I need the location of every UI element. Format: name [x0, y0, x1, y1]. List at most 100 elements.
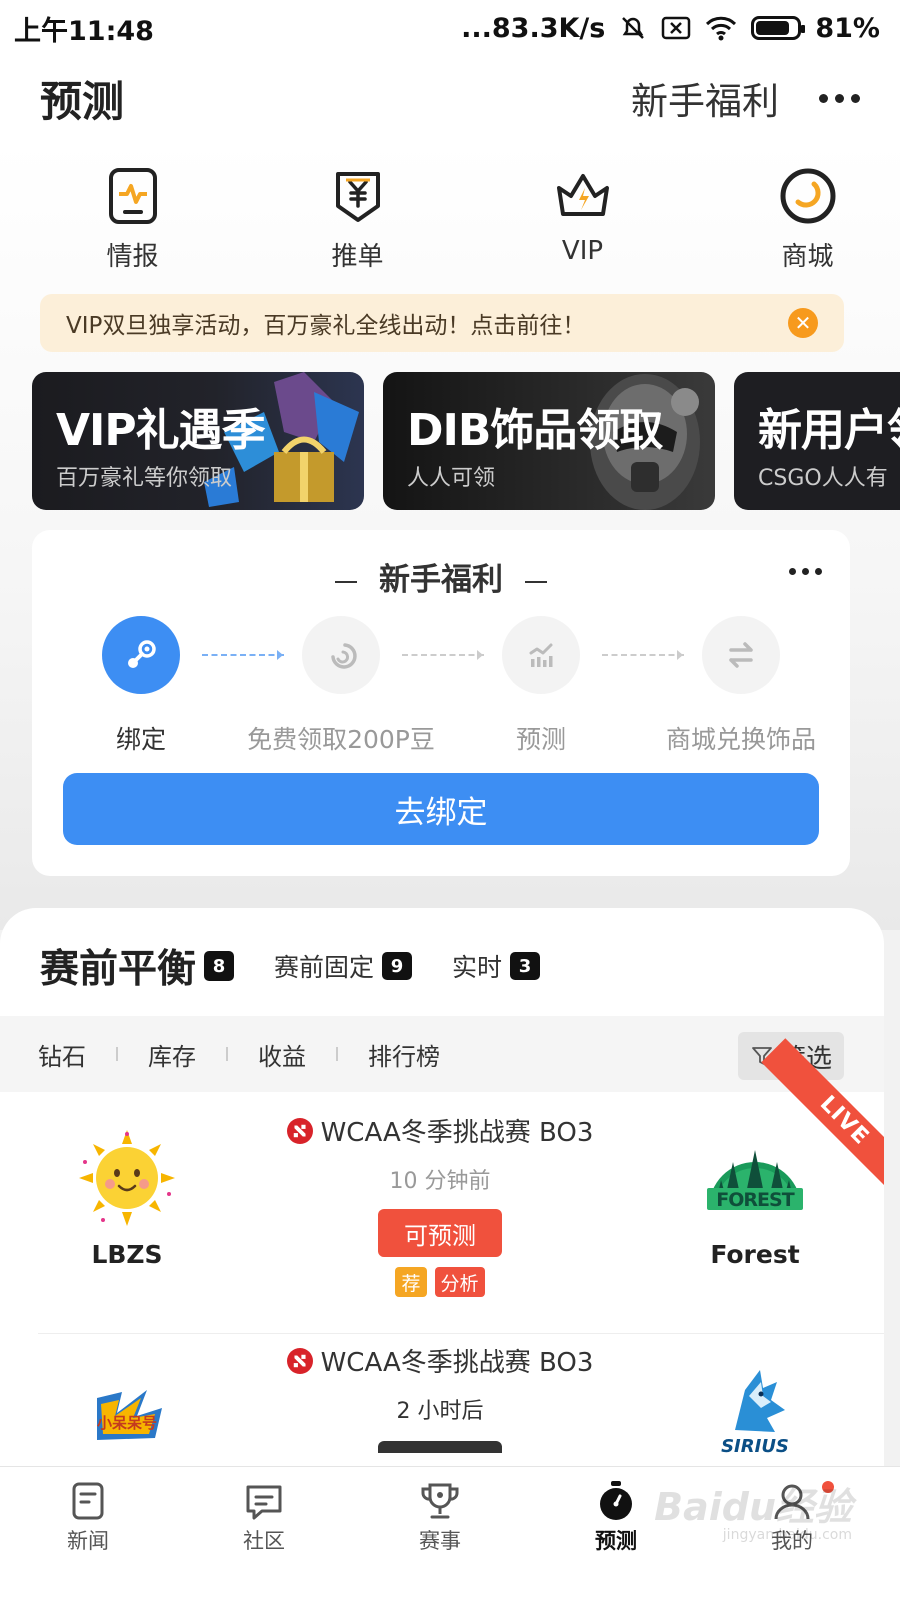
filter-leaderboard[interactable]: 排行榜: [368, 1037, 440, 1072]
predict-button[interactable]: 可预测: [378, 1209, 502, 1257]
recommend-tag[interactable]: 荐: [395, 1267, 427, 1297]
team-right[interactable]: FOREST Forest: [670, 1128, 840, 1269]
newbie-more-button[interactable]: [789, 568, 822, 575]
quick-nav: 情报 推单 VIP 商城: [0, 164, 900, 273]
yuan-shield-icon: [335, 172, 380, 222]
quick-nav-label: VIP: [561, 236, 604, 266]
steam-icon: [128, 640, 156, 668]
battery-percent: 81%: [815, 12, 880, 44]
banner-title: 新用户领: [758, 405, 900, 456]
step-claim-beans[interactable]: 免费领取200P豆: [241, 616, 441, 756]
match-title: WCAA冬季挑战赛 BO3: [270, 1112, 610, 1149]
notice-text: VIP双旦独享活动，百万豪礼全线出动！点击前往！: [66, 313, 586, 339]
quick-nav-vip[interactable]: VIP: [490, 164, 675, 273]
team-right[interactable]: SIRIUS: [670, 1360, 840, 1464]
newbie-card-title: 新手福利: [379, 562, 503, 598]
sun-team-logo: [79, 1130, 175, 1226]
match-title-text: WCAA冬季挑战赛 BO3: [320, 1118, 594, 1148]
status-time: 上午11:48: [14, 15, 154, 47]
sirius-team-logo: SIRIUS: [721, 1370, 789, 1457]
match-info: WCAA冬季挑战赛 BO3 10 分钟前 可预测 荐 分析: [270, 1112, 610, 1297]
news-icon: [72, 1482, 104, 1520]
more-dot-icon: [819, 93, 828, 103]
promo-notice[interactable]: VIP双旦独享活动，百万豪礼全线出动！点击前往！ ✕: [40, 294, 844, 352]
page-title: 预测: [40, 76, 125, 126]
newbie-card-header: 新手福利: [32, 554, 850, 599]
prediction-tabs: 赛前平衡 8 赛前固定 9 实时 3: [40, 938, 580, 994]
quick-nav-label: 推单: [331, 242, 384, 272]
banner-dib[interactable]: DIB饰品领取 人人可领: [383, 372, 715, 510]
step-exchange[interactable]: 商城兑换饰品: [641, 616, 841, 756]
predict-button[interactable]: [378, 1441, 502, 1453]
match-info: WCAA冬季挑战赛 BO3 2 小时后: [270, 1342, 610, 1453]
team-name: Forest: [710, 1240, 800, 1269]
tab-count-badge: 3: [510, 952, 541, 980]
team-left[interactable]: 小呆呆号: [42, 1368, 212, 1468]
analysis-tag[interactable]: 分析: [434, 1267, 485, 1297]
quick-nav-intel[interactable]: 情报: [40, 164, 225, 273]
battery-icon: [751, 16, 806, 40]
filter-bar: 钻石 库存 收益 排行榜 筛选: [0, 1016, 884, 1092]
quick-nav-label: 情报: [106, 242, 159, 272]
newbie-welfare-link[interactable]: 新手福利: [631, 71, 779, 125]
nav-community[interactable]: 社区: [176, 1467, 352, 1600]
banner-title: VIP礼遇季: [56, 405, 266, 456]
quick-nav-mall[interactable]: 商城: [715, 164, 900, 273]
step-bind[interactable]: 绑定: [41, 616, 241, 756]
baidu-watermark: Baidu经验 jingyan.baidu.com: [654, 1476, 852, 1543]
nav-news[interactable]: 新闻: [0, 1467, 176, 1600]
banner-carousel[interactable]: VIP礼遇季 百万豪礼等你领取 DIB饰品领取 人人可领 新用户领 CSGO人人…: [32, 372, 900, 510]
more-dot-icon: [851, 93, 860, 103]
more-dot-icon: [802, 568, 809, 575]
tab-pre-balance[interactable]: 赛前平衡 8: [40, 938, 235, 994]
nav-label: 赛事: [419, 1529, 461, 1553]
crown-icon: [556, 174, 609, 216]
close-notice-icon[interactable]: ✕: [788, 308, 818, 338]
wifi-icon: [706, 16, 737, 41]
nav-label: 社区: [243, 1529, 285, 1553]
filter-diamond[interactable]: 钻石: [38, 1037, 86, 1072]
watermark-subtext: jingyan.baidu.com: [722, 1527, 852, 1543]
go-bind-button[interactable]: 去绑定: [63, 773, 819, 845]
stopwatch-icon: [600, 1481, 632, 1520]
step-label: 商城兑换饰品: [665, 725, 816, 754]
tab-label: 实时: [452, 953, 503, 982]
community-icon: [246, 1485, 282, 1520]
more-menu-button[interactable]: [819, 93, 860, 103]
filter-inventory[interactable]: 库存: [148, 1037, 196, 1072]
match-list-panel: 赛前平衡 8 赛前固定 9 实时 3 钻石 库存 收益 排行榜 筛选 LIVE: [0, 908, 884, 1468]
quick-nav-tips[interactable]: 推单: [265, 164, 450, 273]
bean-icon: [331, 643, 357, 669]
match-card[interactable]: 小呆呆号 WCAA冬季挑战赛 BO3 2 小时后 SIRIUS: [0, 1334, 884, 1468]
filter-earnings[interactable]: 收益: [258, 1037, 306, 1072]
team-left[interactable]: LBZS: [42, 1128, 212, 1269]
nav-label: 新闻: [67, 1529, 109, 1553]
more-dot-icon: [835, 93, 844, 103]
more-dot-icon: [815, 568, 822, 575]
filter-separator: [336, 1047, 338, 1061]
tab-pre-fixed[interactable]: 赛前固定 9: [274, 948, 413, 984]
quick-nav-label: 商城: [781, 242, 834, 272]
tab-count-badge: 8: [204, 951, 235, 981]
svg-text:小呆呆号: 小呆呆号: [97, 1414, 157, 1432]
match-time: 2 小时后: [396, 1399, 484, 1424]
match-tags: 荐 分析: [270, 1267, 610, 1297]
xiaodai-team-logo: 小呆呆号: [97, 1390, 162, 1440]
dota-icon: [286, 1117, 313, 1144]
step-label: 绑定: [115, 725, 166, 754]
network-speed: ...83.3K/s: [461, 12, 606, 44]
status-bar: 上午11:48 ...83.3K/s 81%: [0, 0, 900, 56]
filter-separator: [116, 1047, 118, 1061]
tab-realtime[interactable]: 实时 3: [452, 948, 541, 984]
banner-vip[interactable]: VIP礼遇季 百万豪礼等你领取: [32, 372, 364, 510]
sim-off-icon: [662, 16, 691, 40]
match-card[interactable]: LIVE LBZS WCAA冬季挑战赛 BO3 10 分钟前 可预测 荐 分析: [0, 1038, 884, 1332]
newbie-welfare-card: 新手福利 绑定 免费领取200P豆 预测 商城兑换饰品 去绑定: [32, 530, 850, 876]
step-label: 预测: [515, 725, 566, 754]
banner-new-user[interactable]: 新用户领 CSGO人人有: [734, 372, 900, 510]
mall-icon: [780, 168, 835, 224]
step-predict[interactable]: 预测: [441, 616, 641, 756]
nav-events[interactable]: 赛事: [352, 1467, 528, 1600]
banner-subtitle: 百万豪礼等你领取: [56, 466, 233, 491]
match-time: 10 分钟前: [389, 1169, 491, 1194]
